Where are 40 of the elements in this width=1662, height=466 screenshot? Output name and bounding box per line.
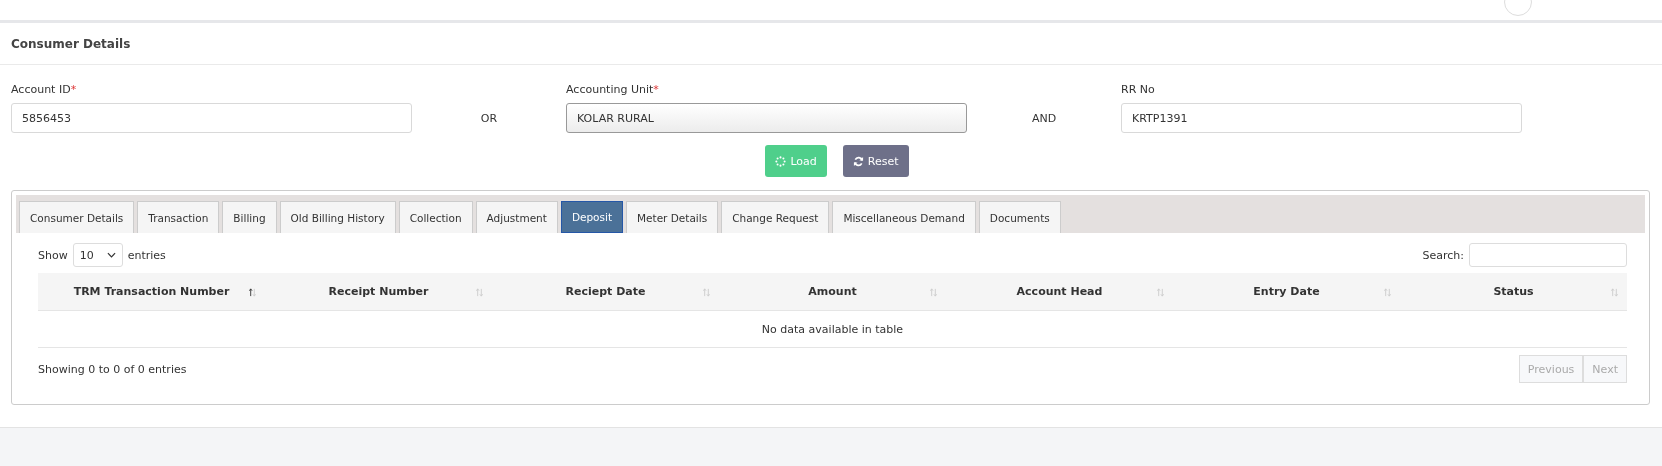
table-info: Showing 0 to 0 of 0 entries: [38, 362, 187, 376]
page-size-select[interactable]: 10: [72, 243, 123, 267]
search-field[interactable]: [1469, 243, 1627, 267]
field-label: Account ID: [11, 83, 71, 96]
field-label: Accounting Unit: [566, 83, 654, 96]
input-field[interactable]: 5856453: [11, 103, 412, 133]
spinner-icon: [775, 155, 787, 167]
column-header[interactable]: TRM Transaction Number: [73, 285, 230, 298]
empty-message: No data available in table: [761, 322, 904, 336]
tab[interactable]: Miscellaneous Demand: [832, 201, 976, 233]
tab[interactable]: Deposit: [560, 201, 623, 233]
connector-label: AND: [1031, 111, 1057, 125]
column-header[interactable]: Amount: [808, 285, 857, 298]
refresh-icon: [852, 155, 864, 167]
column-header[interactable]: Account Head: [1016, 285, 1103, 298]
connector-label: OR: [480, 111, 498, 125]
tab[interactable]: Transaction: [137, 201, 220, 233]
column-header[interactable]: Status: [1493, 285, 1534, 298]
tab[interactable]: Change Request: [721, 201, 830, 233]
reset-button[interactable]: Reset: [842, 145, 909, 177]
search-label: Search:: [1422, 248, 1464, 262]
required-mark: *: [653, 83, 659, 96]
column-header[interactable]: Receipt Number: [328, 285, 429, 298]
tab[interactable]: Documents: [978, 201, 1061, 233]
tab[interactable]: Consumer Details: [19, 201, 135, 233]
section-title: Consumer Details: [11, 36, 131, 51]
column-header[interactable]: Reciept Date: [565, 285, 646, 298]
field-label: RR No: [1121, 83, 1155, 96]
tab[interactable]: Adjustment: [475, 201, 558, 233]
required-mark: *: [70, 83, 77, 96]
tab[interactable]: Meter Details: [626, 201, 719, 233]
entries-label: entries: [127, 248, 166, 262]
column-header[interactable]: Entry Date: [1253, 285, 1320, 298]
tab[interactable]: Old Billing History: [279, 201, 396, 233]
show-label: Show: [38, 248, 68, 262]
tab[interactable]: Billing: [222, 201, 277, 233]
select-field[interactable]: KOLAR RURAL: [566, 103, 967, 133]
tab[interactable]: Collection: [398, 201, 473, 233]
chevron-icon: [106, 252, 116, 258]
input-field[interactable]: KRTP1391: [1121, 103, 1522, 133]
